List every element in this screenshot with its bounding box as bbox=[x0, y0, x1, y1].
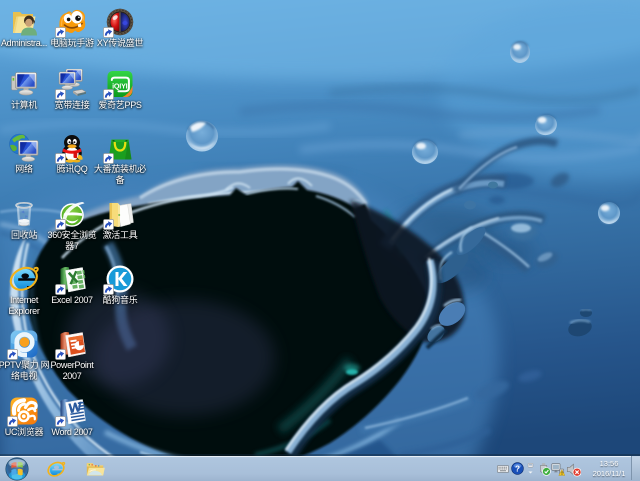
svg-text:?: ? bbox=[515, 465, 520, 474]
svg-text:iQIYI: iQIYI bbox=[112, 81, 128, 90]
